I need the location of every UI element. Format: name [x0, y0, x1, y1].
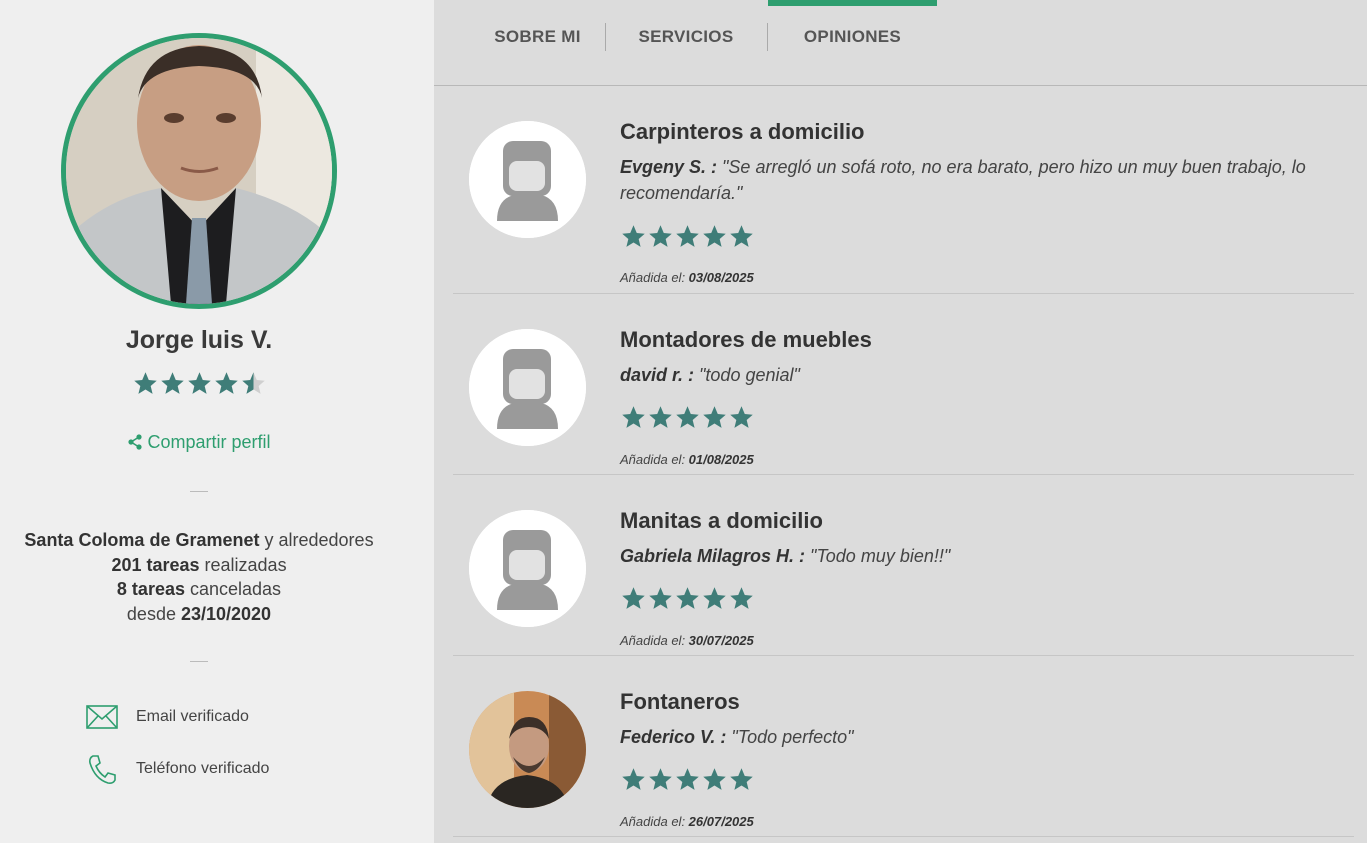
star-icon: [187, 372, 211, 394]
divider: [190, 491, 208, 492]
date-label: Añadida el:: [620, 814, 689, 829]
date-label: Añadida el:: [620, 633, 689, 648]
tasks-done-suffix: realizadas: [199, 554, 287, 575]
review-item: Carpinteros a domicilio Evgeny S. : "Se …: [453, 86, 1354, 294]
tasks-cancelled-suffix: canceladas: [184, 579, 282, 599]
reviewer-avatar: [469, 121, 586, 238]
review-service: Manitas a domicilio: [620, 508, 823, 533]
review-service: Fontaneros: [620, 689, 740, 714]
share-profile-link[interactable]: Compartir perfil: [0, 432, 398, 453]
review-item: Montadores de muebles david r. : "todo g…: [453, 294, 1354, 475]
star-icon: [622, 768, 645, 790]
user-placeholder-icon: [469, 329, 586, 446]
review-author: Evgeny S. :: [620, 157, 718, 177]
star-icon: [730, 587, 753, 609]
user-placeholder-icon: [469, 121, 586, 238]
review-comment: "Se arregló un sofá roto, no era barato,…: [620, 157, 1306, 203]
date-value: 03/08/2025: [688, 270, 754, 285]
review-comment: "Todo muy bien!!": [805, 546, 951, 566]
star-icon: [622, 587, 645, 609]
email-verified: Email verificado: [86, 701, 249, 733]
review-comment: "Todo perfecto": [726, 727, 854, 747]
star-icon: [703, 768, 726, 790]
phone-icon: [86, 753, 118, 785]
star-icon: [133, 372, 157, 394]
user-placeholder-icon: [469, 510, 586, 627]
review-service: Carpinteros a domicilio: [620, 119, 865, 144]
reviewer-avatar: [469, 510, 586, 627]
tab-servicios[interactable]: SERVICIOS: [616, 0, 756, 74]
reviewer-photo: [469, 691, 586, 808]
star-icon: [703, 225, 726, 247]
tasks-done: 201 tareas: [111, 554, 200, 575]
review-text: Gabriela Milagros H. : "Todo muy bien!!": [620, 543, 1345, 569]
review-rating: [620, 766, 755, 798]
tasks-cancelled: 8 tareas: [116, 579, 185, 599]
date-label: Añadida el:: [620, 452, 689, 467]
star-icon: [730, 225, 753, 247]
share-label: Compartir perfil: [147, 432, 271, 452]
review-text: Evgeny S. : "Se arregló un sofá roto, no…: [620, 154, 1345, 206]
review-service: Montadores de muebles: [620, 327, 872, 352]
location: Santa Coloma de Gramenet: [24, 530, 260, 550]
review-author: Federico V. :: [620, 727, 727, 747]
date-value: 26/07/2025: [688, 814, 754, 829]
review-date: Añadida el: 30/07/2025: [620, 633, 754, 648]
profile-name: Jorge luis V.: [125, 326, 273, 354]
star-icon: [676, 587, 699, 609]
star-icon: [622, 406, 645, 428]
tab-separator: [605, 23, 606, 51]
star-icon: [649, 587, 672, 609]
star-icon: [676, 768, 699, 790]
review-comment: "todo genial": [694, 365, 800, 385]
divider: [190, 661, 208, 662]
profile-rating: [0, 370, 398, 402]
review-rating: [620, 585, 755, 617]
location-suffix: y alrededores: [259, 530, 374, 550]
profile-panel: Jorge luis V. Compartir perfil Santa Col…: [0, 0, 434, 843]
since-date: 23/10/2020: [180, 603, 272, 624]
email-verified-label: Email verificado: [136, 708, 249, 725]
share-icon: [128, 434, 143, 450]
profile-stats: Santa Coloma de Gramenet y alrededores 2…: [0, 528, 398, 626]
half-star-icon: [241, 372, 265, 394]
star-icon: [160, 372, 184, 394]
review-author: david r. :: [620, 365, 695, 385]
tab-sobre-mi[interactable]: SOBRE MI: [468, 0, 607, 74]
date-value: 01/08/2025: [688, 452, 754, 467]
review-item: Manitas a domicilio Gabriela Milagros H.…: [453, 475, 1354, 656]
tab-opiniones[interactable]: OPINIONES: [768, 0, 937, 74]
star-icon: [676, 406, 699, 428]
star-icon: [649, 768, 672, 790]
star-icon: [703, 406, 726, 428]
review-date: Añadida el: 01/08/2025: [620, 452, 754, 467]
review-rating: [620, 404, 755, 436]
review-date: Añadida el: 03/08/2025: [620, 270, 754, 285]
star-icon: [214, 372, 238, 394]
profile-avatar: [61, 33, 337, 309]
star-icon: [703, 587, 726, 609]
tab-bar: SOBRE MI SERVICIOS OPINIONES: [434, 0, 1367, 86]
review-text: Federico V. : "Todo perfecto": [620, 724, 1345, 750]
review-text: david r. : "todo genial": [620, 362, 1345, 388]
star-icon: [622, 225, 645, 247]
since-prefix: desde: [126, 603, 181, 624]
star-icon: [676, 225, 699, 247]
date-value: 30/07/2025: [688, 633, 754, 648]
star-icon: [649, 406, 672, 428]
phone-verified: Teléfono verificado: [86, 753, 269, 785]
star-icon: [730, 768, 753, 790]
reviewer-avatar: [469, 691, 586, 808]
review-author: Gabriela Milagros H. :: [620, 546, 806, 566]
star-icon: [730, 406, 753, 428]
review-item: Fontaneros Federico V. : "Todo perfecto"…: [453, 656, 1354, 837]
phone-verified-label: Teléfono verificado: [136, 760, 270, 777]
review-date: Añadida el: 26/07/2025: [620, 814, 754, 829]
star-icon: [649, 225, 672, 247]
envelope-icon: [86, 701, 118, 733]
date-label: Añadida el:: [620, 270, 689, 285]
reviewer-avatar: [469, 329, 586, 446]
profile-photo: [66, 38, 332, 304]
review-rating: [620, 223, 755, 255]
